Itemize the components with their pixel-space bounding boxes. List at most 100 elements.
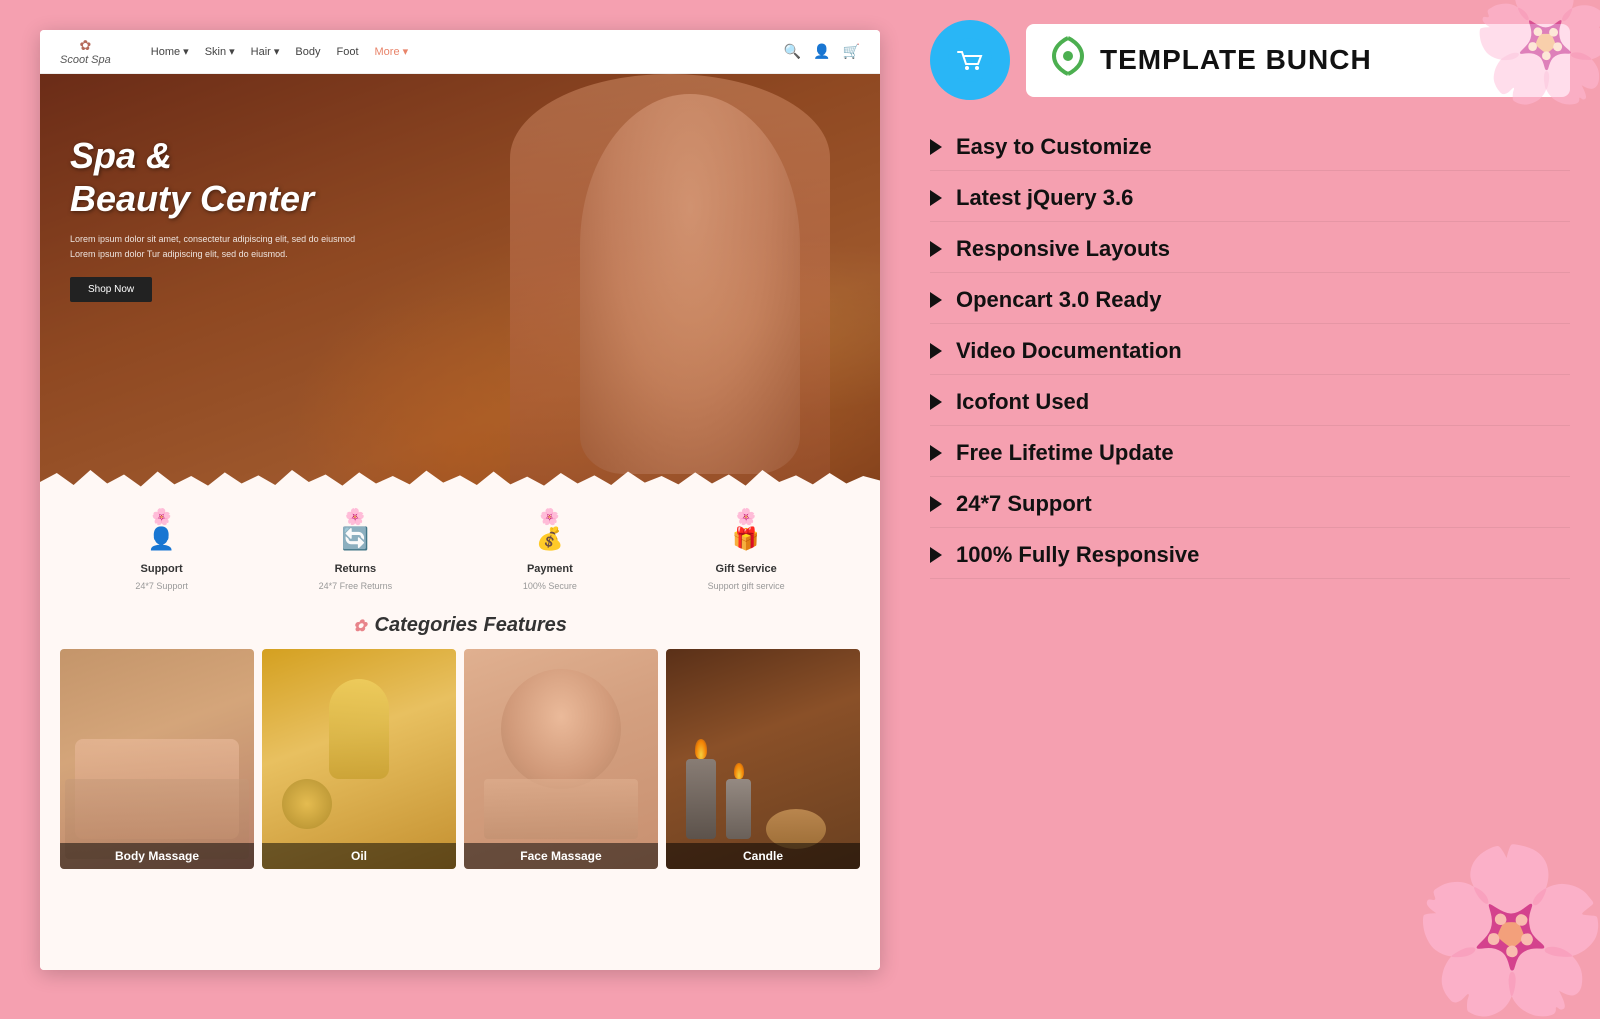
- returns-label: Returns: [335, 563, 377, 575]
- payment-label: Payment: [527, 563, 573, 575]
- arrow-icon-1: [930, 139, 942, 155]
- arrow-icon-2: [930, 190, 942, 206]
- categories-title: ✿ Categories Features: [60, 614, 860, 637]
- brand-logo-symbol: [1046, 34, 1090, 87]
- nav-more[interactable]: More ▾: [375, 45, 409, 58]
- feature-label-1: Easy to Customize: [956, 134, 1152, 160]
- hero-description: Lorem ipsum dolor sit amet, consectetur …: [70, 232, 355, 261]
- feature-label-8: 24*7 Support: [956, 491, 1092, 517]
- feature-easy-customize: Easy to Customize: [930, 124, 1570, 171]
- feature-gift: 🌸 🎁 Gift Service Support gift service: [708, 507, 785, 591]
- feature-label-9: 100% Fully Responsive: [956, 542, 1199, 568]
- flame-1: [695, 739, 707, 759]
- feature-label-4: Opencart 3.0 Ready: [956, 287, 1161, 313]
- payment-main-icon: 💰: [536, 526, 563, 552]
- returns-main-icon: 🔄: [342, 526, 369, 552]
- feature-fully-responsive: 100% Fully Responsive: [930, 532, 1570, 579]
- category-face-massage[interactable]: Face Massage: [464, 649, 658, 869]
- feature-opencart: Opencart 3.0 Ready: [930, 277, 1570, 324]
- support-leaf-icon: 🌸: [152, 507, 172, 527]
- support-sublabel: 24*7 Support: [135, 581, 188, 591]
- feature-lifetime-update: Free Lifetime Update: [930, 430, 1570, 477]
- candle-image: [666, 649, 860, 869]
- oil-bottle: [329, 679, 389, 779]
- flame-2: [734, 763, 744, 779]
- feature-video-doc: Video Documentation: [930, 328, 1570, 375]
- arrow-icon-8: [930, 496, 942, 512]
- brand-header: TEMPLATE BUNCH: [930, 20, 1570, 100]
- oil-image: [262, 649, 456, 869]
- feature-label-3: Responsive Layouts: [956, 236, 1170, 262]
- support-label: Support: [141, 563, 183, 575]
- feature-label-7: Free Lifetime Update: [956, 440, 1174, 466]
- category-body-massage[interactable]: Body Massage: [60, 649, 254, 869]
- gift-icon-wrap: 🌸 🎁: [721, 507, 771, 557]
- feature-label-5: Video Documentation: [956, 338, 1182, 364]
- arrow-icon-3: [930, 241, 942, 257]
- site-hero: Spa & Beauty Center Lorem ipsum dolor si…: [40, 74, 880, 494]
- logo-icon: ✿: [80, 37, 92, 54]
- categories-section: ✿ Categories Features Body Massage Oil: [40, 604, 880, 970]
- site-logo: ✿ Scoot Spa: [60, 37, 111, 66]
- gift-sublabel: Support gift service: [708, 581, 785, 591]
- arrow-icon-5: [930, 343, 942, 359]
- categories-title-icon: ✿: [353, 616, 366, 636]
- payment-sublabel: 100% Secure: [523, 581, 577, 591]
- face-hands: [484, 779, 638, 839]
- arrow-icon-4: [930, 292, 942, 308]
- feature-label-2: Latest jQuery 3.6: [956, 185, 1133, 211]
- face-massage-image: [464, 649, 658, 869]
- nav-body[interactable]: Body: [295, 45, 320, 58]
- payment-icon-wrap: 🌸 💰: [525, 507, 575, 557]
- arrow-icon-7: [930, 445, 942, 461]
- oil-label: Oil: [262, 843, 456, 869]
- user-icon[interactable]: 👤: [813, 43, 830, 60]
- feature-jquery: Latest jQuery 3.6: [930, 175, 1570, 222]
- payment-leaf-icon: 🌸: [540, 507, 560, 527]
- hero-content: Spa & Beauty Center Lorem ipsum dolor si…: [70, 134, 355, 302]
- logo-text: Scoot Spa: [60, 54, 111, 66]
- right-panel: 🌸 TEMPLATE BUNCH Easy t: [900, 0, 1600, 1000]
- brand-cart-icon: [930, 20, 1010, 100]
- brand-logo-box: TEMPLATE BUNCH: [1026, 24, 1570, 97]
- feature-support-247: 24*7 Support: [930, 481, 1570, 528]
- shop-now-button[interactable]: Shop Now: [70, 277, 152, 302]
- oil-ball: [282, 779, 332, 829]
- brand-name: TEMPLATE BUNCH: [1100, 44, 1372, 76]
- face-oval: [501, 669, 621, 789]
- gift-leaf-icon: 🌸: [736, 507, 756, 527]
- category-candle[interactable]: Candle: [666, 649, 860, 869]
- gift-label: Gift Service: [716, 563, 777, 575]
- feature-label-6: Icofont Used: [956, 389, 1089, 415]
- feature-responsive: Responsive Layouts: [930, 226, 1570, 273]
- body-massage-label: Body Massage: [60, 843, 254, 869]
- body-massage-image: [60, 649, 254, 869]
- category-oil[interactable]: Oil: [262, 649, 456, 869]
- returns-icon-wrap: 🌸 🔄: [330, 507, 380, 557]
- support-main-icon: 👤: [148, 526, 175, 552]
- feature-icofont: Icofont Used: [930, 379, 1570, 426]
- feature-payment: 🌸 💰 Payment 100% Secure: [523, 507, 577, 591]
- candle-2: [726, 779, 751, 839]
- feature-list: Easy to Customize Latest jQuery 3.6 Resp…: [930, 124, 1570, 980]
- arrow-icon-9: [930, 547, 942, 563]
- categories-grid: Body Massage Oil Face Massage: [60, 649, 860, 869]
- arrow-icon-6: [930, 394, 942, 410]
- cart-icon[interactable]: 🛒: [843, 43, 860, 60]
- candle-label: Candle: [666, 843, 860, 869]
- candle-1: [686, 759, 716, 839]
- nav-hair[interactable]: Hair ▾: [251, 45, 280, 58]
- site-navbar: ✿ Scoot Spa Home ▾ Skin ▾ Hair ▾ Body Fo…: [40, 30, 880, 74]
- nav-skin[interactable]: Skin ▾: [205, 45, 235, 58]
- feature-returns: 🌸 🔄 Returns 24*7 Free Returns: [319, 507, 393, 591]
- hero-title: Spa & Beauty Center: [70, 134, 355, 220]
- hero-woman-face: [580, 94, 800, 474]
- returns-sublabel: 24*7 Free Returns: [319, 581, 393, 591]
- feature-support: 🌸 👤 Support 24*7 Support: [135, 507, 188, 591]
- site-nav-links: Home ▾ Skin ▾ Hair ▾ Body Foot More ▾: [151, 45, 784, 58]
- nav-home[interactable]: Home ▾: [151, 45, 189, 58]
- gift-main-icon: 🎁: [732, 526, 759, 552]
- search-icon[interactable]: 🔍: [784, 43, 801, 60]
- nav-foot[interactable]: Foot: [337, 45, 359, 58]
- support-icon-wrap: 🌸 👤: [137, 507, 187, 557]
